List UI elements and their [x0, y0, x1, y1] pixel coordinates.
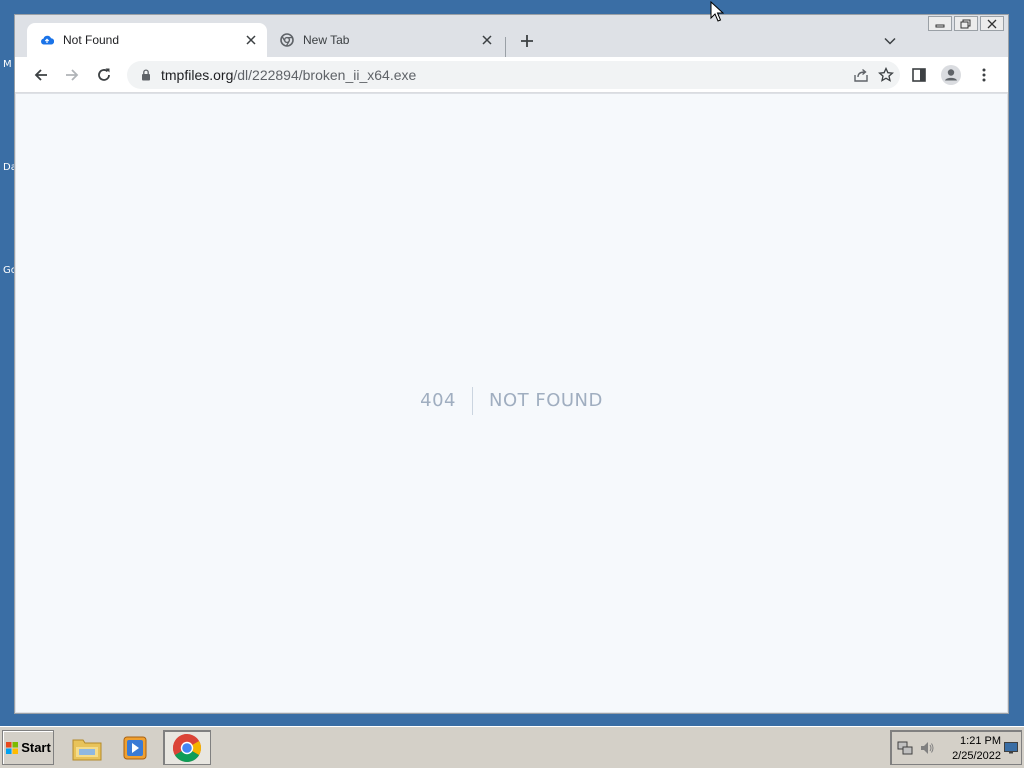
close-icon [482, 35, 492, 45]
bookmark-button[interactable] [875, 64, 897, 86]
url-host: tmpfiles.org [161, 67, 234, 83]
cloud-upload-icon [39, 32, 55, 48]
tab-separator [505, 37, 506, 57]
system-tray: 1:21 PM 2/25/2022 [890, 730, 1022, 765]
error-code: 404 [420, 387, 473, 415]
chrome-icon [279, 32, 295, 48]
page-content: 404 NOT FOUND [16, 94, 1007, 712]
desktop-icon-label[interactable]: M [3, 59, 12, 70]
mouse-cursor-icon [710, 1, 724, 22]
side-panel-icon [912, 68, 926, 82]
start-label: Start [21, 740, 51, 755]
tab-strip: Not Found New Tab [15, 23, 1008, 57]
tab-close-button[interactable] [241, 30, 261, 50]
share-icon [854, 68, 868, 82]
tab-not-found[interactable]: Not Found [27, 23, 267, 57]
browser-toolbar: tmpfiles.org/dl/222894/broken_ii_x64.exe [15, 57, 1008, 93]
tab-close-button[interactable] [477, 30, 497, 50]
clock-date: 2/25/2022 [952, 750, 1001, 762]
browser-window: Not Found New Tab tmpfiles.org/dl/222894… [14, 14, 1009, 714]
media-player-button[interactable] [114, 730, 156, 765]
side-panel-button[interactable] [905, 61, 933, 89]
close-icon [246, 35, 256, 45]
taskbar: Start 1:21 PM 2/25/2022 [0, 726, 1024, 768]
star-icon [878, 67, 894, 82]
error-message: 404 NOT FOUND [16, 387, 1007, 415]
chrome-icon [173, 733, 201, 762]
profile-button[interactable] [937, 61, 965, 89]
lock-icon [139, 68, 153, 82]
avatar-icon [941, 65, 961, 85]
folder-icon [72, 739, 102, 760]
show-desktop-icon[interactable] [1004, 741, 1018, 759]
back-button[interactable] [27, 61, 55, 89]
menu-button[interactable] [970, 61, 998, 89]
tab-title: New Tab [303, 33, 350, 47]
reload-icon [98, 68, 110, 81]
tab-new-tab[interactable]: New Tab [267, 23, 503, 57]
volume-icon[interactable] [919, 740, 935, 761]
chrome-taskbar-button[interactable] [163, 730, 211, 765]
url-text: tmpfiles.org/dl/222894/broken_ii_x64.exe [161, 67, 416, 83]
reload-button[interactable] [90, 61, 118, 89]
tab-title: Not Found [63, 33, 120, 47]
file-explorer-button[interactable] [66, 730, 108, 765]
new-tab-button[interactable] [515, 29, 539, 53]
clock-time: 1:21 PM [960, 735, 1001, 747]
share-button[interactable] [850, 64, 872, 86]
media-player-icon [123, 736, 147, 759]
tab-search-button[interactable] [880, 31, 900, 51]
chevron-down-icon [884, 37, 896, 45]
network-icon[interactable] [897, 740, 913, 761]
windows-logo-icon [6, 741, 19, 754]
start-button[interactable]: Start [2, 730, 54, 765]
forward-button[interactable] [58, 61, 86, 89]
url-path: /dl/222894/broken_ii_x64.exe [233, 67, 417, 83]
arrow-right-icon [66, 69, 79, 81]
plus-icon [521, 35, 533, 47]
clock[interactable]: 1:21 PM 2/25/2022 [939, 734, 1001, 764]
address-bar[interactable]: tmpfiles.org/dl/222894/broken_ii_x64.exe [127, 61, 900, 89]
error-text: NOT FOUND [488, 390, 603, 411]
kebab-menu-icon [982, 68, 986, 82]
arrow-left-icon [34, 69, 47, 81]
